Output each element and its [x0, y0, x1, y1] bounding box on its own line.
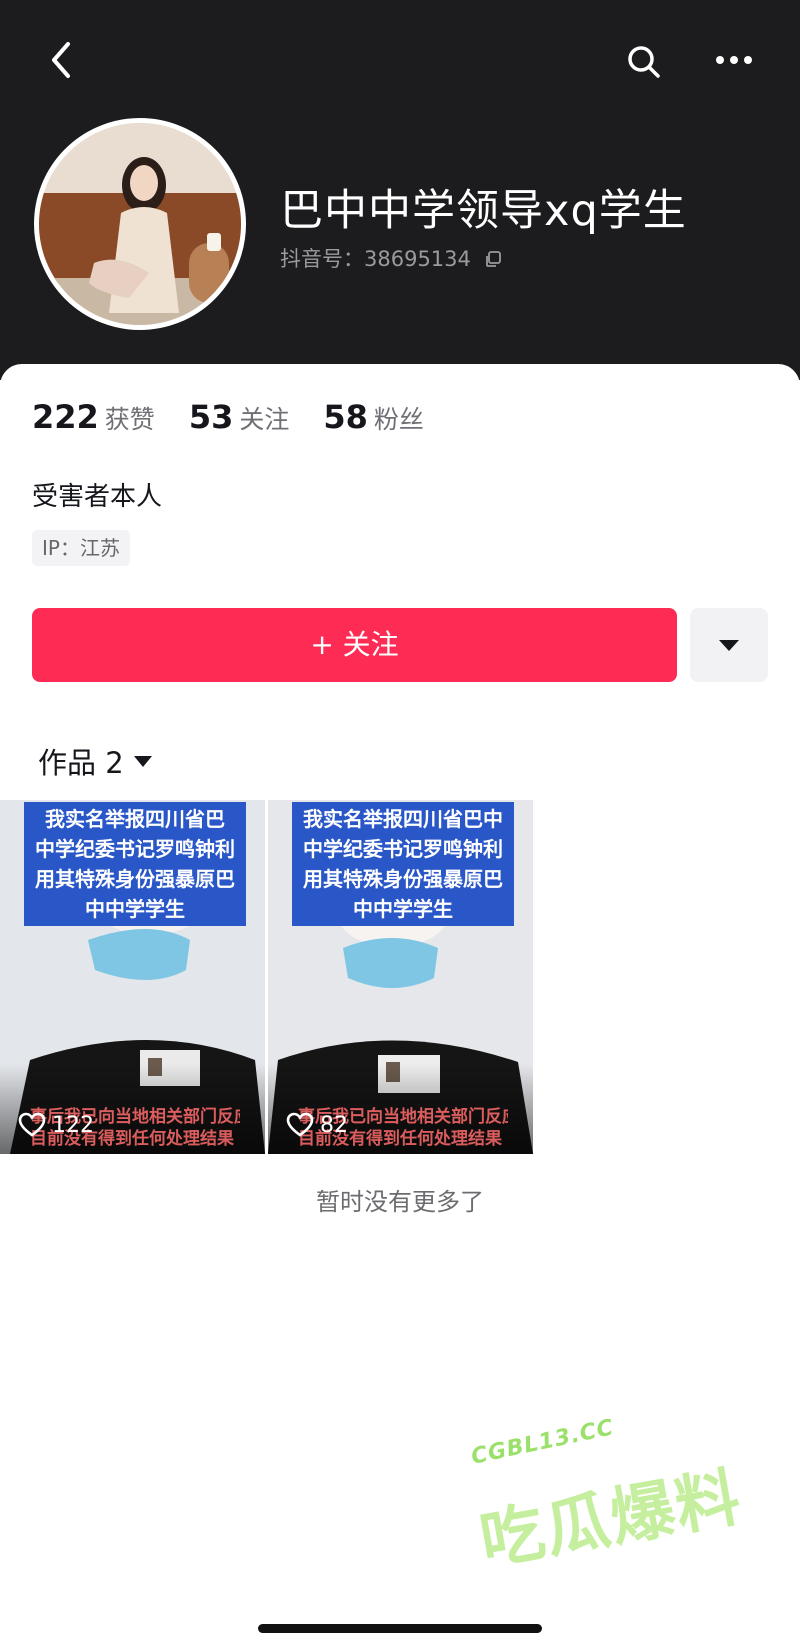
- video-likes-count: 122: [52, 1112, 94, 1138]
- caret-down-icon: [719, 640, 739, 651]
- video-caption-line: 我实名举报四川省巴: [45, 807, 225, 831]
- video-caption-line: 中中学学生: [353, 897, 453, 921]
- follow-button[interactable]: + 关注: [32, 608, 677, 682]
- video-caption-line: 用其特殊身份强暴原巴: [303, 867, 503, 891]
- tab-works[interactable]: 作品 2: [38, 740, 152, 782]
- video-thumbnail[interactable]: 我实名举报四川省巴 中学纪委书记罗鸣钟利 用其特殊身份强暴原巴 中中学学生 事后…: [0, 800, 265, 1154]
- profile-header: 巴中中学领导xq学生 抖音号：38695134: [0, 0, 800, 380]
- video-likes-count: 82: [320, 1112, 348, 1138]
- more-dots-icon: [716, 56, 752, 64]
- heart-icon: [18, 1112, 46, 1137]
- ip-location-tag: IP：江苏: [32, 530, 130, 566]
- stat-following[interactable]: 53 关注: [189, 398, 290, 436]
- stat-followers-label: 粉丝: [373, 405, 424, 434]
- caret-down-icon: [133, 755, 152, 767]
- stat-followers-value: 58: [323, 398, 368, 436]
- stat-following-label: 关注: [239, 405, 290, 434]
- back-button[interactable]: [44, 38, 84, 82]
- video-caption-line: 中学纪委书记罗鸣钟利: [35, 837, 235, 861]
- home-indicator[interactable]: [258, 1624, 542, 1633]
- search-icon: [628, 46, 660, 78]
- video-caption: 我实名举报四川省巴 中学纪委书记罗鸣钟利 用其特殊身份强暴原巴 中中学学生: [24, 802, 246, 926]
- video-caption: 我实名举报四川省巴中 中学纪委书记罗鸣钟利 用其特殊身份强暴原巴 中中学学生: [292, 802, 514, 926]
- search-button[interactable]: [622, 40, 666, 84]
- more-actions-dropdown-button[interactable]: [690, 608, 768, 682]
- end-of-list-text: 暂时没有更多了: [316, 1188, 484, 1216]
- watermark-logo: CGBL13.CC 吃瓜爆料: [469, 1415, 760, 1580]
- video-caption-line: 中学纪委书记罗鸣钟利: [303, 837, 503, 861]
- stat-likes[interactable]: 222 获赞: [32, 398, 155, 436]
- stat-following-value: 53: [188, 398, 234, 436]
- nickname: 巴中中学领导xq学生: [280, 186, 687, 236]
- heart-icon: [286, 1112, 314, 1137]
- stat-followers[interactable]: 58 粉丝: [323, 398, 424, 436]
- tab-works-label: 作品 2: [38, 746, 124, 780]
- stat-likes-value: 222: [32, 398, 99, 436]
- profile-stats: 222 获赞 53 关注 58 粉丝: [32, 398, 458, 436]
- video-likes: 122: [18, 1112, 94, 1138]
- video-caption-line: 中中学学生: [85, 897, 185, 921]
- watermark-text: 吃瓜爆料: [474, 1460, 748, 1580]
- douyin-id-text: 抖音号：38695134: [280, 247, 471, 271]
- profile-bio: 受害者本人: [32, 482, 163, 512]
- more-button[interactable]: [710, 42, 758, 78]
- copy-icon[interactable]: [484, 250, 502, 268]
- avatar-photo: [39, 123, 241, 325]
- chevron-left-icon: [52, 42, 70, 78]
- video-thumbnail[interactable]: 我实名举报四川省巴中 中学纪委书记罗鸣钟利 用其特殊身份强暴原巴 中中学学生 事…: [268, 800, 533, 1154]
- avatar[interactable]: [34, 118, 246, 330]
- video-likes: 82: [286, 1112, 348, 1138]
- video-grid: 我实名举报四川省巴 中学纪委书记罗鸣钟利 用其特殊身份强暴原巴 中中学学生 事后…: [0, 800, 800, 1154]
- video-caption-line: 我实名举报四川省巴中: [303, 807, 503, 831]
- video-caption-line: 用其特殊身份强暴原巴: [35, 867, 235, 891]
- stat-likes-label: 获赞: [104, 405, 155, 434]
- douyin-id: 抖音号：38695134: [280, 243, 502, 273]
